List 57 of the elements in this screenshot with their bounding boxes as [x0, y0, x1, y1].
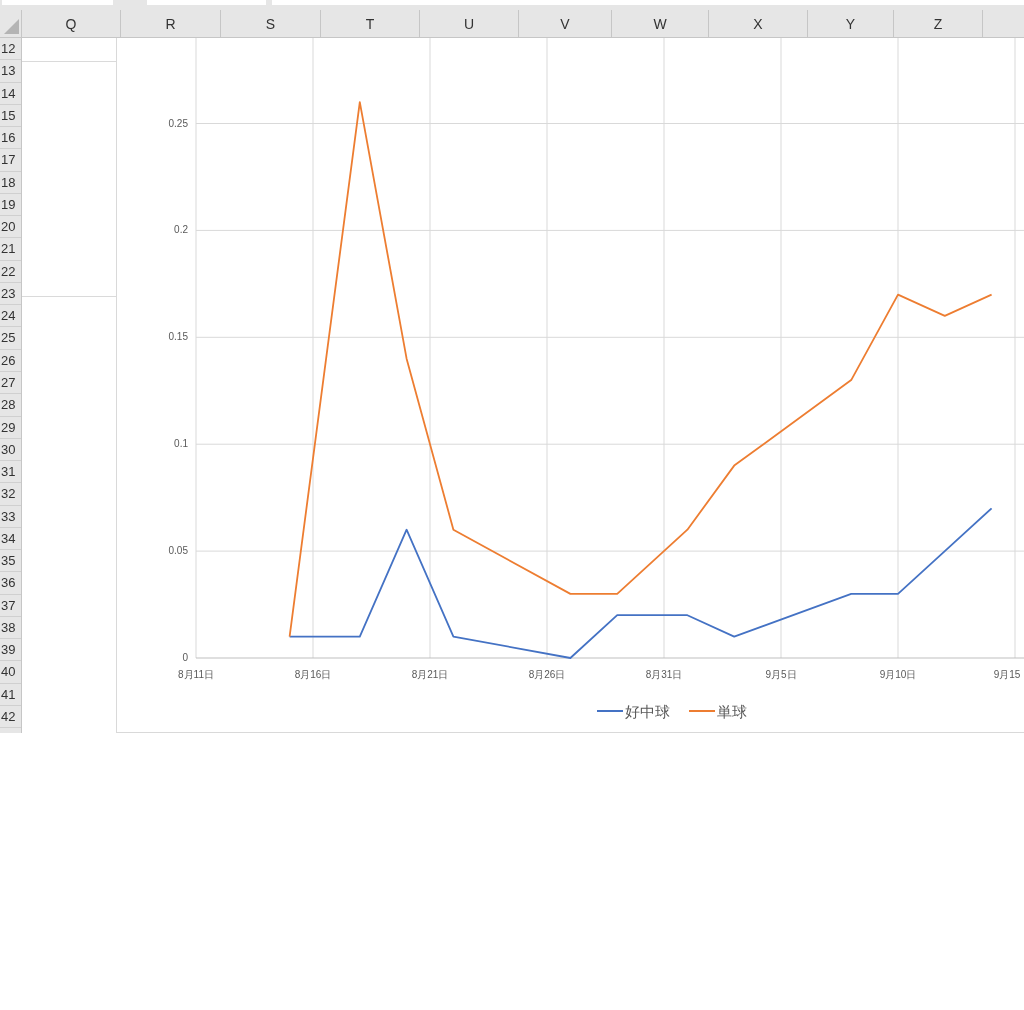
column-header[interactable]: S [221, 10, 321, 37]
column-header[interactable]: R [121, 10, 221, 37]
y-tick-label: 0.25 [168, 117, 188, 129]
y-tick-label: 0.15 [168, 331, 188, 343]
row-header[interactable]: 37 [0, 594, 21, 617]
row-header[interactable]: 35 [0, 550, 21, 573]
row-header[interactable]: 27 [0, 372, 21, 395]
row-header[interactable]: 29 [0, 416, 21, 439]
row-header[interactable]: 21 [0, 238, 21, 261]
row-header[interactable]: 17 [0, 149, 21, 172]
row-header[interactable]: 42 [0, 705, 21, 729]
column-header[interactable]: V [519, 10, 612, 37]
row-header[interactable]: 36 [0, 572, 21, 595]
row-header[interactable]: 28 [0, 394, 21, 417]
row-header[interactable]: 23 [0, 282, 21, 306]
row-header[interactable]: 19 [0, 193, 21, 217]
row-header[interactable]: 38 [0, 616, 21, 640]
row-header[interactable]: 31 [0, 461, 21, 484]
row-header[interactable]: 15 [0, 104, 21, 128]
row-header[interactable]: 22 [0, 260, 21, 283]
row-header[interactable]: 26 [0, 349, 21, 372]
row-header[interactable]: 30 [0, 438, 21, 462]
y-tick-label: 0.2 [174, 224, 188, 236]
x-tick-label: 8月16日 [294, 669, 332, 680]
column-header[interactable]: W [612, 10, 709, 37]
column-header[interactable]: X [709, 10, 808, 37]
row-header[interactable]: 41 [0, 683, 21, 706]
column-header[interactable]: Y [808, 10, 894, 37]
column-header[interactable]: Q [22, 10, 121, 37]
x-tick-label: 8月11日 [178, 669, 214, 680]
row-header[interactable]: 14 [0, 82, 21, 105]
row-header[interactable]: 20 [0, 216, 21, 239]
row-header[interactable]: 18 [0, 171, 21, 194]
row-header[interactable]: 16 [0, 127, 21, 150]
x-tick-label: 9月5日 [765, 669, 797, 680]
row-header[interactable]: 33 [0, 505, 21, 528]
x-tick-label: 8月21日 [411, 669, 449, 680]
column-header[interactable]: T [321, 10, 420, 37]
x-tick-label: 9月10日 [879, 669, 917, 680]
column-header[interactable]: U [420, 10, 519, 37]
y-tick-label: 0 [182, 652, 188, 663]
x-tick-label: 8月31日 [645, 669, 683, 680]
row-header[interactable]: 12 [0, 38, 21, 61]
row-header[interactable]: 32 [0, 483, 21, 506]
legend-label: 好中球 [625, 703, 670, 721]
row-header[interactable]: 13 [0, 60, 21, 83]
x-tick-label: 9月15 [993, 669, 1021, 680]
row-header[interactable]: 40 [0, 661, 21, 684]
row-header[interactable]: 24 [0, 305, 21, 328]
legend-label: 単球 [717, 703, 747, 721]
column-header[interactable]: Z [894, 10, 983, 37]
y-tick-label: 0.05 [168, 545, 188, 557]
row-header[interactable]: 39 [0, 639, 21, 662]
row-header[interactable]: 34 [0, 527, 21, 551]
x-tick-label: 8月26日 [528, 669, 566, 680]
y-tick-label: 0.1 [174, 438, 188, 450]
row-header[interactable]: 25 [0, 327, 21, 350]
